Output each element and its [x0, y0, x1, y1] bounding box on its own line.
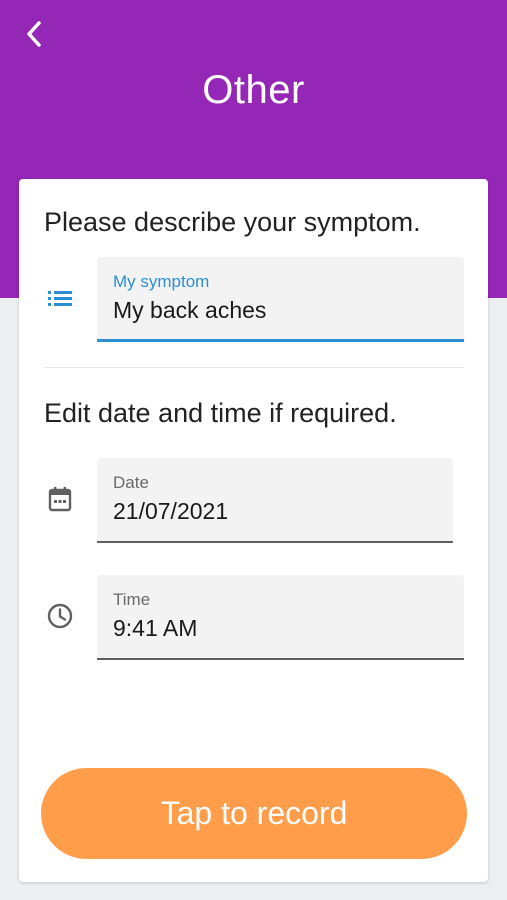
back-button[interactable] [14, 14, 54, 54]
time-field-label: Time [113, 590, 151, 609]
clock-icon [46, 602, 74, 630]
datetime-prompt: Edit date and time if required. [44, 398, 397, 428]
symptom-field-label: My symptom [113, 272, 210, 291]
list-icon [46, 284, 74, 312]
symptom-form-card: Please describe your symptom. My symptom… [19, 179, 488, 882]
symptom-prompt: Please describe your symptom. [44, 207, 421, 237]
date-field-value: 21/07/2021 [113, 498, 229, 524]
symptom-field-value: My back aches [113, 297, 267, 323]
date-field-label: Date [113, 473, 149, 492]
time-field[interactable]: Time 9:41 AM [97, 575, 464, 660]
calendar-icon [46, 485, 74, 513]
date-field[interactable]: Date 21/07/2021 [97, 458, 453, 543]
tap-to-record-button[interactable]: Tap to record [41, 768, 467, 859]
time-field-value: 9:41 AM [113, 615, 198, 641]
section-divider [44, 367, 464, 368]
symptom-input[interactable]: My symptom My back aches [97, 257, 464, 342]
page-title: Other [202, 68, 305, 112]
chevron-left-icon [27, 21, 41, 47]
